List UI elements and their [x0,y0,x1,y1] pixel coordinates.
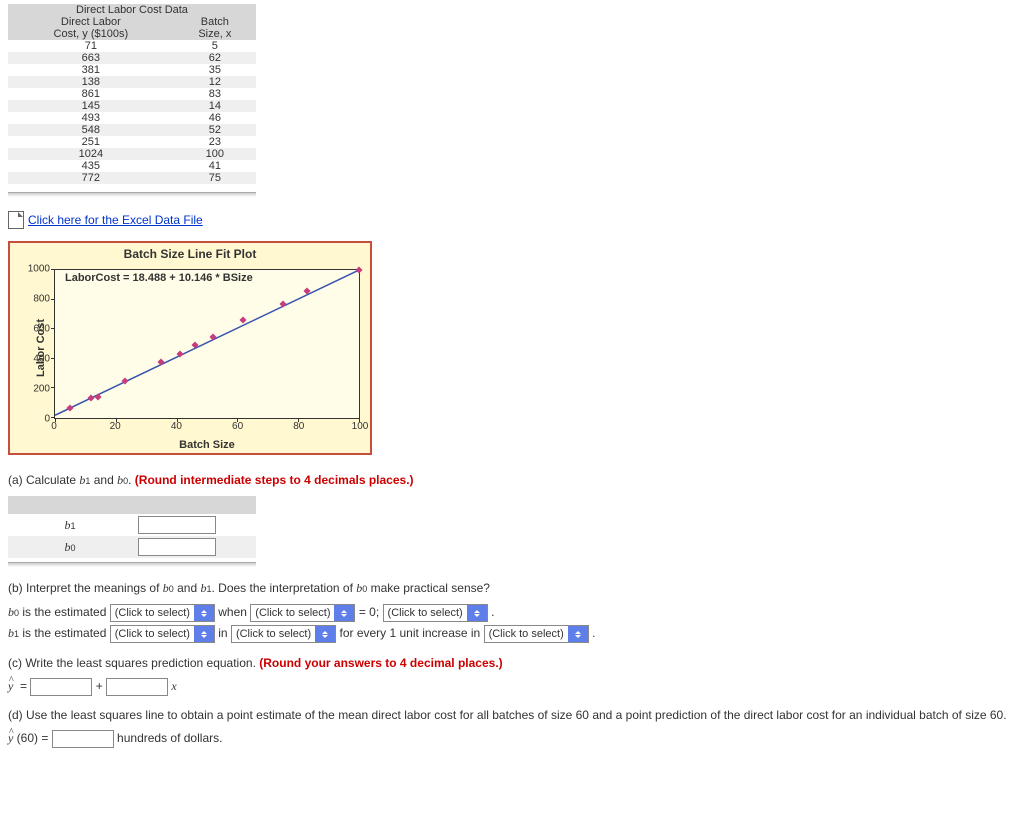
equation-label: LaborCost = 18.488 + 10.146 * BSize [63,272,255,284]
question-a: (a) Calculate b1 and b0. (Round intermed… [8,473,1016,488]
data-point [94,393,101,400]
b0-select-3[interactable]: (Click to select) [383,604,488,622]
yhat60-line: y (60) = hundreds of dollars. [8,728,1016,748]
y-tick-label: 400 [33,354,50,365]
x-tick-label: 60 [232,421,243,432]
b0-select-2[interactable]: (Click to select) [250,604,355,622]
ans-table: b1 b0 [8,496,256,558]
data-point [240,316,247,323]
question-b: (b) Interpret the meanings of b0 and b1.… [8,581,1016,596]
x-tick-mark [116,418,117,422]
table-row: 66362 [8,52,256,64]
table-row: 77275 [8,172,256,184]
x-ticks: 020406080100 [54,421,360,435]
table-row: 14514 [8,100,256,112]
b1-select-2[interactable]: (Click to select) [231,625,336,643]
table-row: 13812 [8,76,256,88]
col2-header-a: Batch [174,16,256,28]
x-tick-mark [298,418,299,422]
table-row: 38135 [8,64,256,76]
equation-line: y = + x [8,676,1016,696]
y-tick-label: 1000 [28,264,50,275]
x-tick-mark [359,418,360,422]
x-axis-label: Batch Size [54,439,360,451]
x-tick-mark [237,418,238,422]
b0-interpret-line: b0 is the estimated (Click to select) wh… [8,602,1016,623]
data-point [67,404,74,411]
chart-title: Batch Size Line Fit Plot [10,243,370,265]
y-tick-label: 0 [44,414,50,425]
b1-select-3[interactable]: (Click to select) [484,625,589,643]
chevron-updown-icon [194,605,214,621]
ans-table-container: b1 b0 [8,496,256,558]
data-table: Direct Labor Cost Data Direct Labor Batc… [8,4,256,184]
x-tick-label: 80 [293,421,304,432]
data-point [210,333,217,340]
question-d: (d) Use the least squares line to obtain… [8,708,1016,722]
data-point [176,350,183,357]
table-row: 715 [8,40,256,52]
y-tick-mark [51,387,55,388]
y-tick-label: 600 [33,324,50,335]
data-point [158,358,165,365]
b1-interpret-line: b1 is the estimated (Click to select) in… [8,623,1016,644]
x-tick-mark [177,418,178,422]
data-point [191,342,198,349]
data-point [279,300,286,307]
y-tick-mark [51,299,55,300]
slope-input[interactable] [106,678,168,696]
table-row: 1024100 [8,148,256,160]
excel-data-link[interactable]: Click here for the Excel Data File [28,213,203,227]
data-point [121,377,128,384]
x-tick-label: 40 [171,421,182,432]
table-divider [8,192,256,197]
table-row: 25123 [8,136,256,148]
x-tick-label: 0 [51,421,57,432]
chart-container: Batch Size Line Fit Plot Labor Cost Batc… [8,241,372,455]
ans-divider [8,562,256,567]
yhat60-input[interactable] [52,730,114,748]
b1-input[interactable] [138,516,216,534]
x-tick-mark [55,418,56,422]
data-point [88,394,95,401]
y-tick-mark [51,269,55,270]
col2-header-b: Size, x [174,28,256,40]
y-tick-mark [51,328,55,329]
y-tick-mark [51,358,55,359]
table-row: 86183 [8,88,256,100]
b1-row-label: b1 [8,514,132,536]
y-tick-label: 800 [33,294,50,305]
table-row: 43541 [8,160,256,172]
data-point [355,266,362,273]
x-tick-label: 20 [110,421,121,432]
excel-link-container: Click here for the Excel Data File [8,211,1016,229]
data-point [304,287,311,294]
chevron-updown-icon [334,605,354,621]
b0-select-1[interactable]: (Click to select) [110,604,215,622]
plot-area: LaborCost = 18.488 + 10.146 * BSize [54,269,360,419]
intercept-input[interactable] [30,678,92,696]
table-row: 49346 [8,112,256,124]
question-c: (c) Write the least squares prediction e… [8,656,1016,670]
col1-header-b: Cost, y ($100s) [8,28,174,40]
col1-header-a: Direct Labor [8,16,174,28]
y-ticks: 02004006008001000 [24,269,52,419]
table-row: 54852 [8,124,256,136]
chevron-updown-icon [568,626,588,642]
b0-input[interactable] [138,538,216,556]
y-tick-label: 200 [33,384,50,395]
b0-row-label: b0 [8,536,132,558]
x-tick-label: 100 [352,421,369,432]
chevron-updown-icon [467,605,487,621]
data-table-container: Direct Labor Cost Data Direct Labor Batc… [8,4,256,184]
document-icon [8,211,24,229]
chevron-updown-icon [315,626,335,642]
chevron-updown-icon [194,626,214,642]
table-title: Direct Labor Cost Data [8,4,256,16]
b1-select-1[interactable]: (Click to select) [110,625,215,643]
